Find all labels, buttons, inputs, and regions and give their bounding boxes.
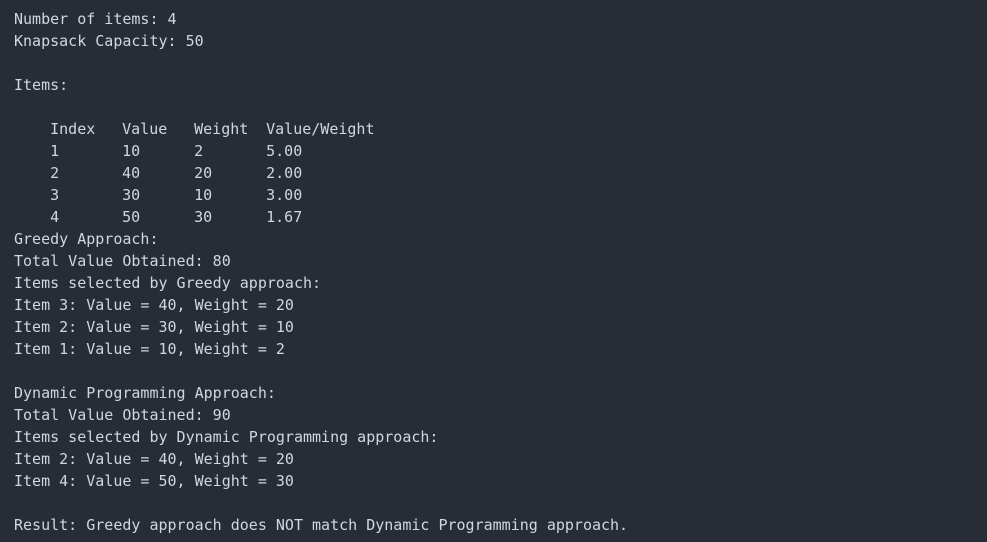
row-ratio: 5.00 (266, 142, 303, 160)
header-ratio: Value/Weight (266, 120, 375, 138)
terminal-output[interactable]: Number of items: 4 Knapsack Capacity: 50… (0, 0, 987, 542)
greedy-selected-heading: Items selected by Greedy approach: (14, 274, 322, 292)
dp-total: Total Value Obtained: 90 (14, 406, 231, 424)
row-value: 30 (122, 186, 141, 204)
greedy-selected-item: Item 1: Value = 10, Weight = 2 (14, 340, 285, 358)
row-value: 50 (122, 208, 141, 226)
row-index: 1 (50, 142, 60, 160)
row-ratio: 3.00 (266, 186, 303, 204)
items-table-header: Index Value Weight Value/Weight (14, 96, 987, 138)
result-line: Result: Greedy approach does NOT match D… (14, 516, 629, 534)
dp-heading: Dynamic Programming Approach: (14, 384, 276, 402)
row-index: 2 (50, 164, 60, 182)
row-value: 10 (122, 142, 141, 160)
greedy-heading: Greedy Approach: (14, 230, 159, 248)
row-index: 4 (50, 208, 60, 226)
row-weight: 10 (194, 186, 213, 204)
row-weight: 30 (194, 208, 213, 226)
num-items-line: Number of items: 4 (14, 10, 177, 28)
row-value: 40 (122, 164, 141, 182)
capacity-line: Knapsack Capacity: 50 (14, 32, 204, 50)
header-index: Index (50, 120, 96, 138)
row-ratio: 1.67 (266, 208, 303, 226)
row-weight: 2 (194, 142, 204, 160)
greedy-selected-item: Item 3: Value = 40, Weight = 20 (14, 296, 294, 314)
row-weight: 20 (194, 164, 213, 182)
dp-selected-heading: Items selected by Dynamic Programming ap… (14, 428, 439, 446)
greedy-selected-item: Item 2: Value = 30, Weight = 10 (14, 318, 294, 336)
items-heading: Items: (14, 76, 69, 94)
dp-selected-item: Item 2: Value = 40, Weight = 20 (14, 450, 294, 468)
row-index: 3 (50, 186, 60, 204)
greedy-total: Total Value Obtained: 80 (14, 252, 231, 270)
row-ratio: 2.00 (266, 164, 303, 182)
dp-selected-item: Item 4: Value = 50, Weight = 30 (14, 472, 294, 490)
header-weight: Weight (194, 120, 249, 138)
header-value: Value (122, 120, 168, 138)
